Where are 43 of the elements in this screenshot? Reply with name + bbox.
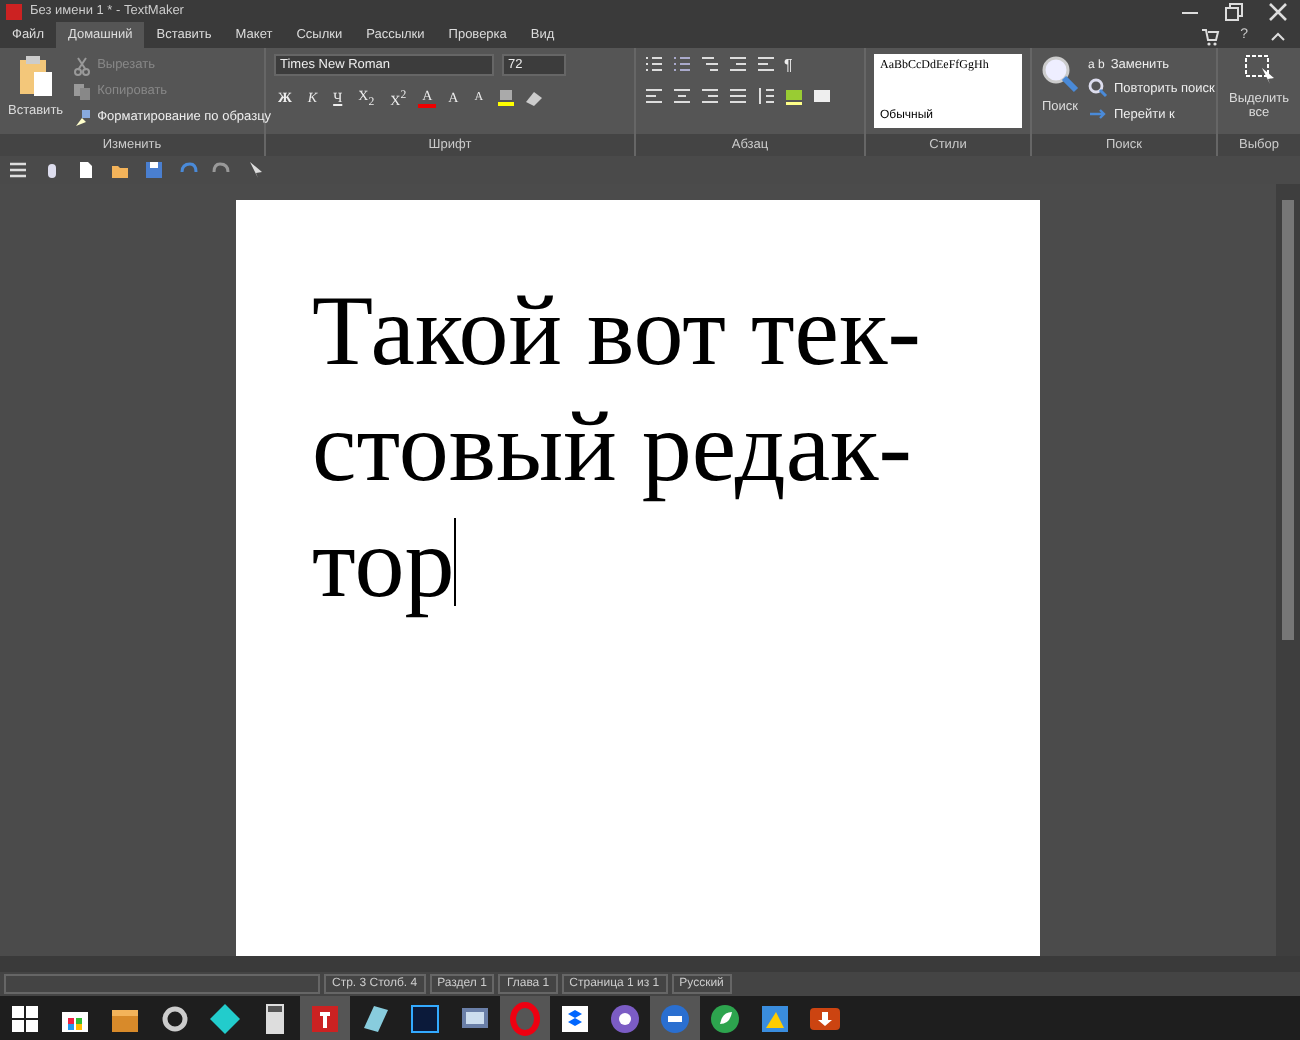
paragraph-marks-button[interactable]: ¶ xyxy=(784,55,793,73)
document-text: стовый редак- xyxy=(312,388,912,504)
document-text: тор xyxy=(312,504,455,620)
restore-icon[interactable] xyxy=(1224,1,1244,21)
align-center-icon[interactable] xyxy=(672,86,692,106)
folder-icon[interactable] xyxy=(110,160,130,180)
align-left-icon[interactable] xyxy=(644,86,664,106)
chat-bubble-icon xyxy=(656,999,694,1037)
selection-icon xyxy=(1243,54,1275,86)
outdent-icon[interactable] xyxy=(756,54,776,74)
app-icon xyxy=(6,3,22,19)
save-icon[interactable] xyxy=(144,160,164,180)
horizontal-scrollbar[interactable] xyxy=(0,956,1300,972)
paintbrush-icon[interactable] xyxy=(71,107,92,127)
leaf-icon xyxy=(706,999,744,1037)
new-document-icon[interactable] xyxy=(76,160,96,180)
align-right-icon[interactable] xyxy=(700,86,720,106)
hand-icon[interactable] xyxy=(42,160,62,180)
line-spacing-icon[interactable] xyxy=(756,86,776,106)
bullet-list-icon[interactable] xyxy=(644,54,664,74)
document-text: Такой вот тек- xyxy=(312,272,921,388)
eraser-icon[interactable] xyxy=(523,88,544,109)
search-icon xyxy=(1040,54,1080,94)
numbered-list-icon[interactable] xyxy=(672,54,692,74)
pointer-icon[interactable] xyxy=(246,160,266,180)
shading-icon[interactable] xyxy=(784,86,804,106)
close-icon[interactable] xyxy=(1268,1,1288,21)
ring-icon xyxy=(506,999,544,1037)
cart-icon[interactable] xyxy=(1200,25,1221,45)
multilevel-list-icon[interactable] xyxy=(700,54,720,74)
taskbar-button[interactable] xyxy=(650,996,700,1040)
menu-icon[interactable] xyxy=(8,160,28,180)
justify-icon[interactable] xyxy=(728,86,748,106)
clipboard-icon xyxy=(17,54,54,98)
vertical-scrollbar[interactable] xyxy=(1276,184,1300,956)
highlighter-icon[interactable] xyxy=(495,88,516,109)
magnifier-icon[interactable] xyxy=(1088,78,1108,98)
square-logo-icon xyxy=(406,999,444,1037)
taskbar-button[interactable] xyxy=(300,996,350,1040)
indent-icon[interactable] xyxy=(728,54,748,74)
border-icon[interactable] xyxy=(812,86,832,106)
document-page[interactable]: Такой вот тек- стовый редак- тор xyxy=(236,200,1040,956)
phone-bubble-icon xyxy=(606,999,644,1037)
